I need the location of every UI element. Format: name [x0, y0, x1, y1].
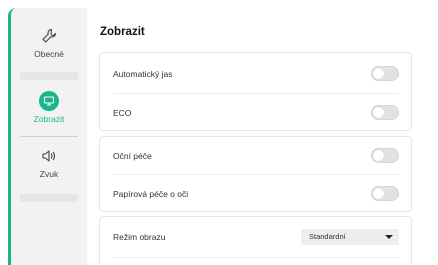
select-value: Standardní [309, 232, 346, 241]
chevron-down-icon [385, 234, 393, 239]
setting-label: Automatický jas [113, 68, 173, 79]
auto-brightness-toggle[interactable] [371, 66, 399, 81]
toggle-knob [373, 107, 384, 118]
sidebar-item-label: Obecné [34, 49, 64, 59]
sidebar-divider [20, 194, 78, 202]
toggle-knob [373, 150, 384, 161]
setting-label: ECO [113, 107, 132, 118]
sidebar-item-label: Zobrazit [33, 114, 65, 124]
sidebar-item-obecne[interactable]: Obecné [11, 26, 87, 78]
row-separator [113, 257, 399, 258]
settings-card: Automatický jas ECO [99, 52, 412, 131]
settings-card: Režim obrazu Standardní [99, 216, 412, 265]
picture-mode-select[interactable]: Standardní [301, 228, 399, 245]
toggle-knob [373, 68, 384, 79]
sidebar-divider [20, 72, 78, 80]
setting-row-eco: ECO [100, 94, 411, 131]
speaker-icon [39, 146, 59, 166]
paper-eye-care-toggle[interactable] [371, 186, 399, 201]
setting-row-eye-care: Oční péče [100, 137, 411, 174]
sidebar: Obecné Zobrazit Zvuk [11, 8, 87, 265]
sidebar-divider [20, 136, 78, 137]
settings-card: Oční péče Papírová péče o oči [99, 136, 412, 212]
page-title: Zobrazit [100, 26, 145, 38]
sidebar-item-zvuk[interactable]: Zvuk [11, 146, 87, 198]
settings-window: Obecné Zobrazit Zvuk Zobrazit Automatick… [8, 8, 438, 265]
setting-row-auto-brightness: Automatický jas [100, 55, 411, 92]
sidebar-item-label: Zvuk [39, 169, 59, 179]
wrench-icon [39, 26, 59, 46]
setting-row-paper-eye-care: Papírová péče o oči [100, 175, 411, 212]
eye-care-toggle[interactable] [371, 148, 399, 163]
setting-row-picture-mode: Režim obrazu Standardní [100, 218, 411, 255]
toggle-knob [373, 188, 384, 199]
setting-label: Papírová péče o oči [113, 188, 189, 199]
setting-label: Oční péče [113, 150, 152, 161]
setting-label: Režim obrazu [113, 231, 166, 242]
monitor-icon [39, 91, 59, 111]
eco-toggle[interactable] [371, 105, 399, 120]
main-content: Zobrazit Automatický jas ECO Oční péče P… [87, 8, 438, 265]
